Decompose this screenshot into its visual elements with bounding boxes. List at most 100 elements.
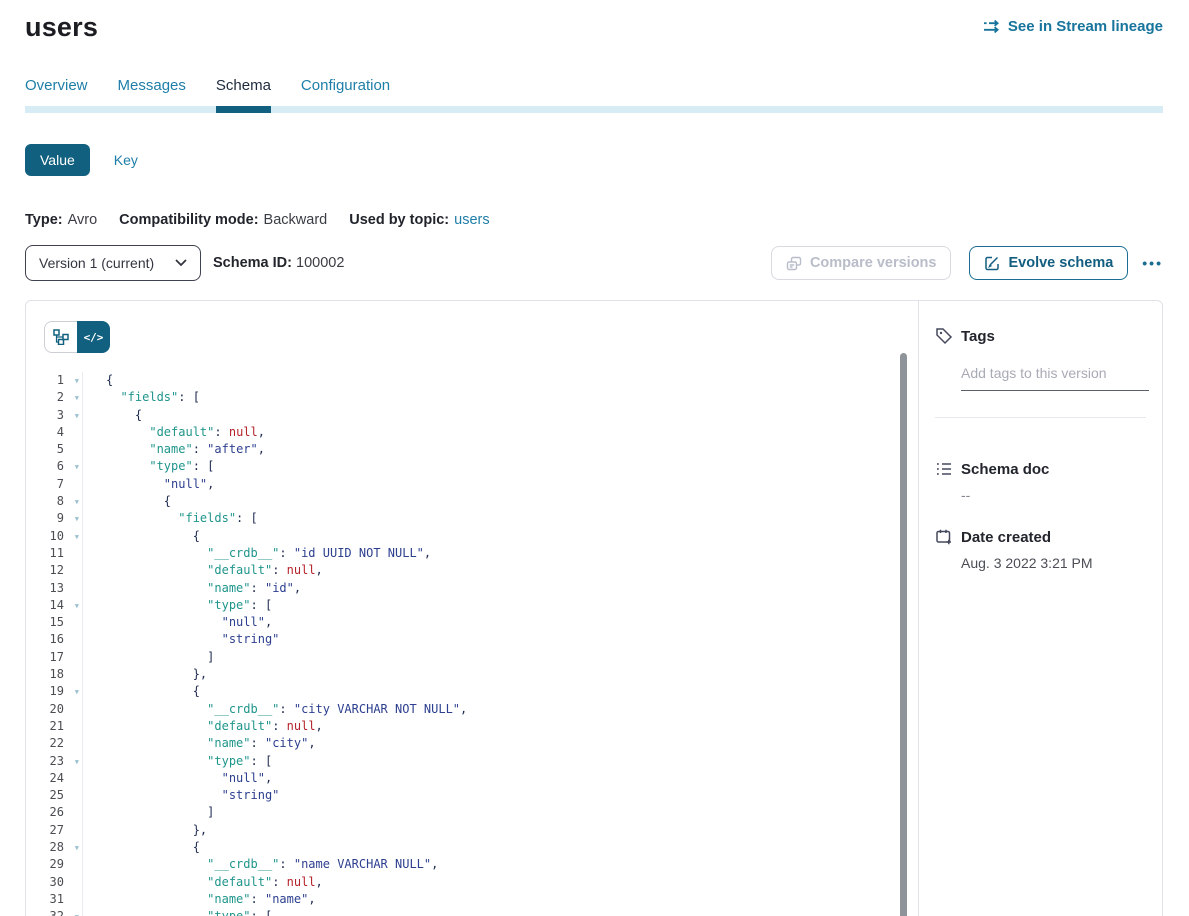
fold-arrow-icon[interactable]: ▼ (75, 390, 79, 407)
compare-versions-button[interactable]: Compare versions (771, 246, 952, 280)
code-line: 31 "name": "name", (26, 891, 918, 908)
code-text: { (83, 528, 200, 545)
schema-panel: </> 1▼{2▼ "fields": [3▼ {4 "default": nu… (25, 300, 1163, 916)
tab-schema[interactable]: Schema (216, 77, 271, 106)
code-line: 24 "null", (26, 770, 918, 787)
fold-arrow-icon[interactable]: ▼ (75, 598, 79, 615)
code-text: "__crdb__": "city VARCHAR NOT NULL", (83, 701, 467, 718)
fold-arrow-icon[interactable]: ▼ (75, 684, 79, 701)
code-text: "string" (83, 787, 279, 804)
fold-arrow-icon[interactable]: ▼ (75, 459, 79, 476)
fold-arrow-icon[interactable]: ▼ (75, 909, 79, 916)
line-gutter: 20 (26, 701, 83, 718)
value-toggle-button[interactable]: Value (25, 144, 90, 176)
version-toolbar: Version 1 (current) Schema ID: 100002 Co… (25, 245, 1163, 281)
tags-section: Tags (935, 327, 1146, 418)
tab-configuration[interactable]: Configuration (301, 77, 390, 106)
code-line: 22 "name": "city", (26, 735, 918, 752)
fold-arrow-icon[interactable]: ▼ (75, 840, 79, 857)
line-gutter: 13 (26, 580, 83, 597)
line-gutter: 15 (26, 614, 83, 631)
code-text: "type": [ (83, 458, 214, 475)
code-line: 5 "name": "after", (26, 441, 918, 458)
code-text: "name": "city", (83, 735, 316, 752)
line-number: 9 (57, 510, 64, 527)
code-text: "fields": [ (83, 389, 200, 406)
chevron-down-icon (175, 259, 187, 267)
version-select[interactable]: Version 1 (current) (25, 245, 201, 281)
compatibility-label: Compatibility mode: (119, 212, 258, 228)
code-line: 17 ] (26, 649, 918, 666)
code-line: 32▼ "type": [ (26, 908, 918, 916)
line-gutter: 7 (26, 476, 83, 493)
code-text: "name": "name", (83, 891, 316, 908)
code-view-button[interactable]: </> (77, 321, 110, 353)
line-number: 30 (50, 874, 64, 891)
code-text: "default": null, (83, 718, 323, 735)
line-number: 16 (50, 631, 64, 648)
code-line: 20 "__crdb__": "city VARCHAR NOT NULL", (26, 701, 918, 718)
code-text: "string" (83, 631, 279, 648)
type-label: Type: (25, 212, 63, 228)
more-actions-button[interactable]: ••• (1142, 255, 1163, 271)
line-gutter: 18 (26, 666, 83, 683)
line-gutter: 22 (26, 735, 83, 752)
line-number: 10 (50, 528, 64, 545)
schema-meta: Type:Avro Compatibility mode:Backward Us… (25, 212, 1163, 228)
code-line: 27 }, (26, 822, 918, 839)
code-line: 3▼ { (26, 407, 918, 424)
line-number: 24 (50, 770, 64, 787)
line-gutter: 10 ▼ (26, 528, 83, 545)
line-gutter: 9▼ (26, 510, 83, 527)
fold-arrow-icon[interactable]: ▼ (75, 754, 79, 771)
line-number: 6 (57, 458, 64, 475)
evolve-schema-button[interactable]: Evolve schema (969, 246, 1128, 280)
line-number: 8 (57, 493, 64, 510)
code-line: 28▼ { (26, 839, 918, 856)
topic-link[interactable]: users (454, 212, 489, 228)
code-text: }, (83, 666, 207, 683)
fold-arrow-icon[interactable]: ▼ (75, 494, 79, 511)
line-number: 27 (50, 822, 64, 839)
add-tags-input[interactable] (961, 365, 1149, 391)
tab-messages[interactable]: Messages (118, 77, 186, 106)
code-text: ] (83, 649, 214, 666)
fold-arrow-icon[interactable]: ▼ (75, 529, 79, 546)
date-created-title: Date created (961, 529, 1051, 546)
line-number: 31 (50, 891, 64, 908)
schema-code-pane: </> 1▼{2▼ "fields": [3▼ {4 "default": nu… (26, 301, 919, 916)
line-number: 17 (50, 649, 64, 666)
line-number: 5 (57, 441, 64, 458)
code-line: 21 "default": null, (26, 718, 918, 735)
fold-arrow-icon[interactable]: ▼ (75, 511, 79, 528)
vertical-scrollbar[interactable] (900, 353, 907, 916)
key-toggle-link[interactable]: Key (114, 152, 138, 168)
fold-arrow-icon[interactable]: ▼ (75, 408, 79, 425)
line-gutter: 26 (26, 804, 83, 821)
code-text: "type": [ (83, 597, 272, 614)
line-number: 29 (50, 856, 64, 873)
line-number: 32 (50, 908, 64, 916)
line-number: 13 (50, 580, 64, 597)
tree-view-button[interactable] (44, 321, 77, 353)
code-text: "null", (83, 614, 272, 631)
code-line: 8▼ { (26, 493, 918, 510)
view-mode-toggle: </> (44, 321, 110, 353)
fold-arrow-icon[interactable]: ▼ (75, 373, 79, 390)
code-line: 6 ▼ "type": [ (26, 458, 918, 475)
line-number: 7 (57, 476, 64, 493)
calendar-plus-icon (935, 528, 953, 546)
line-number: 14 (50, 597, 64, 614)
stream-lineage-icon (982, 19, 1001, 34)
line-number: 15 (50, 614, 64, 631)
code-text: "null", (83, 476, 214, 493)
code-text: "fields": [ (83, 510, 258, 527)
line-gutter: 28▼ (26, 839, 83, 856)
line-gutter: 21 (26, 718, 83, 735)
schema-sidebar: Tags Schema doc -- (919, 301, 1162, 916)
see-in-stream-lineage-link[interactable]: See in Stream lineage (982, 18, 1163, 35)
tab-overview[interactable]: Overview (25, 77, 88, 106)
code-text: "name": "after", (83, 441, 265, 458)
line-number: 23 (50, 753, 64, 770)
date-created-section: Date created Aug. 3 2022 3:21 PM (935, 528, 1146, 571)
